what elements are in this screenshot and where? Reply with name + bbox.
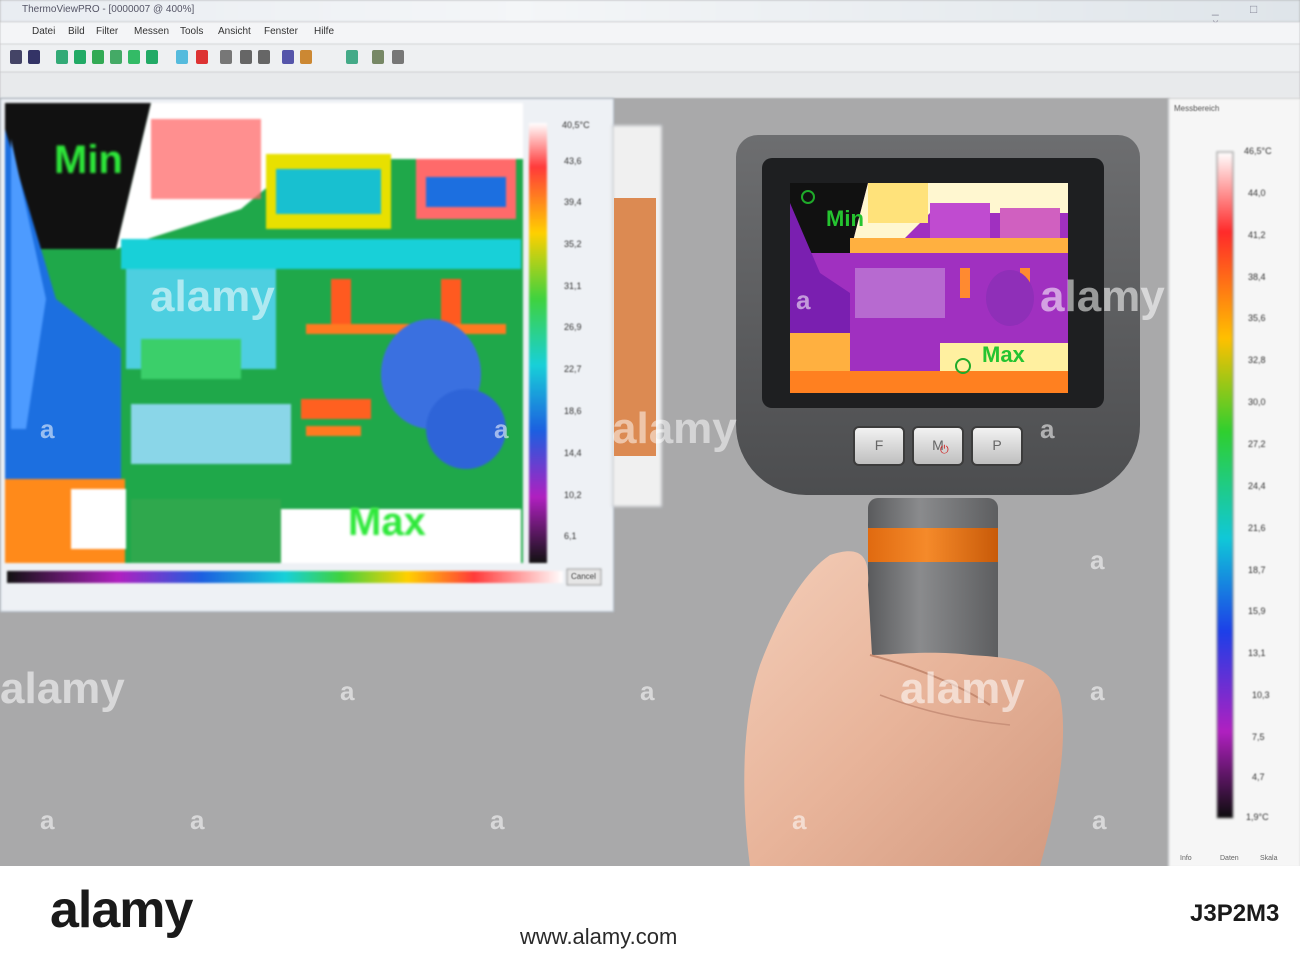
p-button[interactable]: P [971,426,1023,466]
right-scale-value: 15,9 [1248,606,1266,616]
menu-datei[interactable]: Datei [32,26,55,37]
f-button[interactable]: F [853,426,905,466]
menu-messen[interactable]: Messen [134,26,169,37]
left-scale-value: 14,4 [564,448,582,458]
scale-bar-right [1216,151,1234,819]
right-scale-value: 7,5 [1252,732,1265,742]
menu-fenster[interactable]: Fenster [264,26,298,37]
right-scale-value: 18,7 [1248,565,1266,575]
secondary-toolbar [0,72,1300,98]
right-scale-value: 27,2 [1248,439,1266,449]
watermark-text: alamy [612,404,737,453]
zoom-out-icon[interactable] [258,50,270,64]
report-icon[interactable] [282,50,294,64]
alamy-logo: alamy [50,881,193,939]
panel-tab-skala[interactable]: Skala [1260,855,1278,862]
watermark-glyph: a [1090,676,1105,706]
left-scale-top: 40,5°C [562,120,590,130]
max-label-large: Max [348,500,426,544]
export-icon[interactable] [300,50,312,64]
cancel-button[interactable]: Cancel [571,572,596,581]
right-scale-value: 38,4 [1248,272,1266,282]
measurement-scale-panel [1168,98,1300,866]
left-scale-value: 43,6 [564,156,582,166]
image-icon[interactable] [346,50,358,64]
menu-tools[interactable]: Tools [180,26,203,37]
menu-hilfe[interactable]: Hilfe [314,26,334,37]
right-scale-top: 46,5°C [1244,146,1272,156]
photo-background: ThermoViewPRO - [0000007 @ 400%] _ □ × D… [0,0,1300,866]
left-scale-value: 18,6 [564,406,582,416]
app-title-bar [0,0,1300,22]
cursor-icon[interactable] [56,50,68,64]
watermark-glyph: a [190,805,205,835]
watermark-glyph: a [1092,805,1107,835]
right-panel-title: Messbereich [1174,104,1220,113]
watermark-glyph: a [1090,545,1105,575]
image-id: J3P2M3 [1190,900,1280,927]
min-label-small: Min [826,206,864,231]
panel-tab-daten[interactable]: Daten [1220,855,1239,862]
watermark-text: alamy [900,664,1025,713]
measure-point-icon[interactable] [74,50,86,64]
footer-url: www.alamy.com [520,924,678,949]
right-scale-value: 21,6 [1248,523,1266,533]
hand-icon[interactable] [220,50,232,64]
right-scale-value: 24,4 [1248,481,1266,491]
left-scale-value: 39,4 [564,197,582,207]
watermark-text: alamy [1040,272,1165,321]
watermark-glyph: a [490,805,505,835]
left-scale-value: 22,7 [564,364,582,374]
pin-icon[interactable] [372,50,384,64]
left-scale-value: 35,2 [564,239,582,249]
max-label-small: Max [982,342,1025,367]
right-scale-value: 10,3 [1252,690,1270,700]
toolbar [0,44,1300,72]
settings-icon[interactable] [392,50,404,64]
left-scale-value: 6,1 [564,531,577,541]
left-scale-value: 26,9 [564,322,582,332]
right-scale-value: 30,0 [1248,397,1266,407]
right-scale-value: 32,8 [1248,355,1266,365]
menu-filter[interactable]: Filter [96,26,118,37]
palette-icon[interactable] [176,50,188,64]
watermark-glyph: a [494,414,509,444]
watermark-glyph: a [40,414,55,444]
min-label-large: Min [54,138,123,182]
right-scale-bottom: 1,9°C [1246,812,1269,822]
watermark-glyph: a [792,805,807,835]
right-scale-value: 44,0 [1248,188,1266,198]
delete-icon[interactable] [196,50,208,64]
m-power-button[interactable]: M [912,426,964,466]
line-icon[interactable] [92,50,104,64]
open-icon[interactable] [10,50,22,64]
app-title: ThermoViewPRO - [0000007 @ 400%] [22,4,195,15]
watermark-glyph: a [640,676,655,706]
watermark-text: alamy [0,664,125,713]
right-scale-value: 4,7 [1252,772,1265,782]
menu-ansicht[interactable]: Ansicht [218,26,251,37]
right-scale-value: 35,6 [1248,313,1266,323]
watermark-glyph: a [796,285,811,315]
save-icon[interactable] [28,50,40,64]
right-scale-value: 13,1 [1248,648,1266,658]
watermark-glyph: a [40,805,55,835]
left-scale-value: 10,2 [564,490,582,500]
menu-bild[interactable]: Bild [68,26,85,37]
watermark-glyph: a [1040,414,1055,444]
circle-icon[interactable] [128,50,140,64]
power-icon: ⏻ [940,444,949,456]
left-scale-value: 31,1 [564,281,582,291]
polygon-icon[interactable] [146,50,158,64]
watermark-text: alamy [150,272,275,321]
watermark-glyph: a [340,676,355,706]
rectangle-icon[interactable] [110,50,122,64]
panel-tab-info[interactable]: Info [1180,855,1192,862]
right-scale-value: 41,2 [1248,230,1266,240]
zoom-in-icon[interactable] [240,50,252,64]
